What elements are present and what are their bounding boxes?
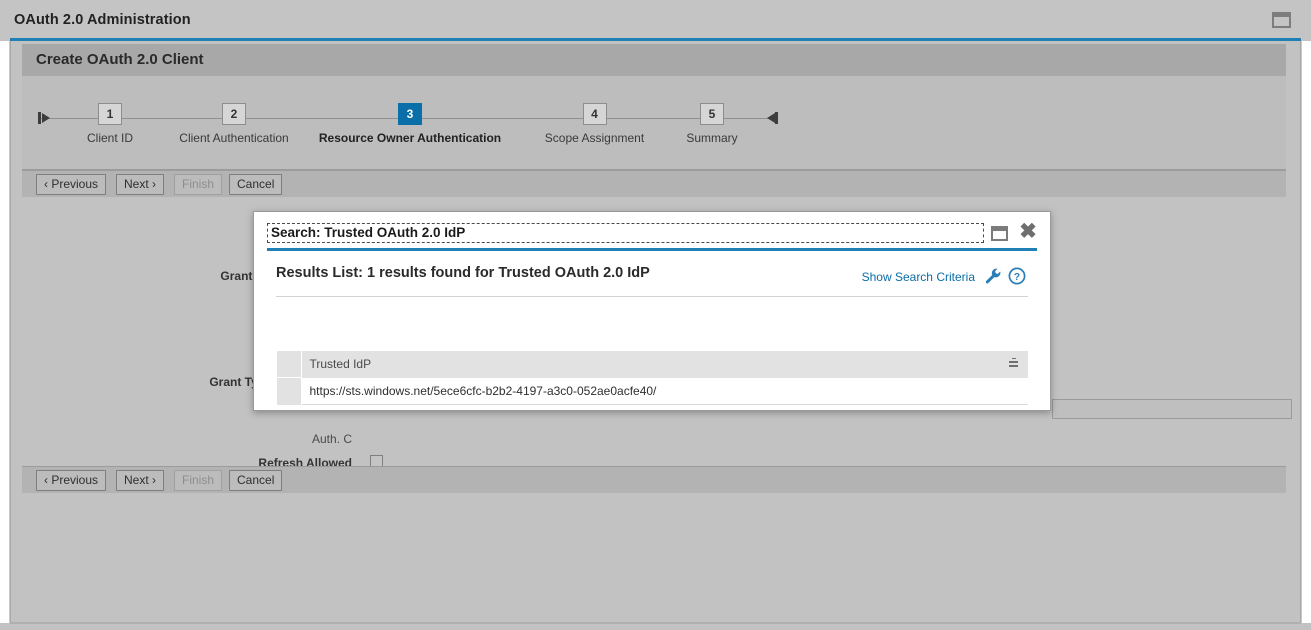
table-header-row: Trusted IdP [277, 351, 1028, 378]
help-icon[interactable]: ? [1008, 267, 1026, 285]
wizard-step-3[interactable]: 3 Resource Owner Authentication [310, 103, 510, 145]
wizard-end-icon [764, 110, 778, 126]
results-table: Trusted IdP https://sts.windows.net/5ece… [277, 351, 1028, 405]
cell-trusted-idp[interactable]: https://sts.windows.net/5ece6cfc-b2b2-41… [301, 377, 1028, 405]
wizard-step-2-label: Client Authentication [179, 131, 289, 145]
wizard-step-5-label: Summary [686, 131, 738, 145]
wizard-step-2[interactable]: 2 Client Authentication [159, 103, 309, 145]
select-all-header[interactable] [277, 351, 302, 378]
search-dialog: Search: Trusted OAuth 2.0 IdP ✖ Results … [253, 211, 1051, 411]
wrench-icon[interactable] [984, 267, 1002, 285]
panel-title-bar: Create OAuth 2.0 Client [22, 44, 1286, 76]
next-button-bottom[interactable]: Next › [116, 470, 165, 491]
restore-window-icon[interactable] [1272, 12, 1291, 28]
wizard-step-5-number: 5 [700, 103, 724, 125]
previous-button-top[interactable]: ‹ Previous [36, 174, 107, 195]
wizard-step-4[interactable]: 4 Scope Assignment [522, 103, 667, 145]
wizard-toolbar-top: ‹ Previous Next › Finish Cancel [22, 170, 1286, 198]
wizard-step-3-label: Resource Owner Authentication [318, 131, 502, 145]
dialog-title: Search: Trusted OAuth 2.0 IdP [271, 225, 466, 240]
wizard-step-4-number: 4 [582, 103, 607, 125]
finish-button-top[interactable]: Finish [174, 174, 223, 195]
left-rail [0, 41, 10, 623]
dialog-titlebar: Search: Trusted OAuth 2.0 IdP ✖ [254, 212, 1050, 250]
svg-text:?: ? [1014, 271, 1020, 283]
maximize-icon[interactable] [991, 226, 1008, 241]
page-title: Create OAuth 2.0 Client [36, 51, 204, 68]
previous-button-bottom[interactable]: ‹ Previous [36, 470, 107, 491]
wizard-step-1-label: Client ID [86, 131, 133, 145]
cancel-button-top[interactable]: Cancel [229, 174, 283, 195]
wizard-step-3-number: 3 [398, 103, 422, 125]
form-row-auth-code: Auth. C [22, 430, 1286, 452]
results-list-title: Results List: 1 results found for Truste… [276, 265, 650, 281]
wizard-toolbar-bottom: ‹ Previous Next › Finish Cancel [22, 466, 1286, 494]
page-footer-area [22, 493, 1286, 619]
app-title: OAuth 2.0 Administration [14, 12, 191, 28]
wizard-step-5[interactable]: 5 Summary [672, 103, 752, 145]
show-search-criteria-link[interactable]: Show Search Criteria [862, 270, 975, 284]
dialog-divider [276, 296, 1028, 297]
row-select-cell[interactable] [277, 377, 302, 405]
app-header: OAuth 2.0 Administration [0, 0, 1311, 40]
wizard-start-icon [38, 110, 53, 126]
wizard-roadmap: 1 Client ID 2 Client Authentication 3 Re… [22, 76, 1286, 170]
table-row[interactable]: https://sts.windows.net/5ece6cfc-b2b2-41… [277, 377, 1028, 405]
wizard-step-1[interactable]: 1 Client ID [79, 103, 141, 145]
wizard-step-1-number: 1 [98, 103, 122, 125]
next-button-top[interactable]: Next › [116, 174, 165, 195]
dialog-body: Results List: 1 results found for Truste… [254, 251, 1050, 410]
sort-descending-icon[interactable] [1009, 358, 1018, 368]
redirect-uri-input[interactable] [1052, 399, 1292, 419]
close-icon[interactable]: ✖ [1018, 221, 1038, 242]
auth-code-label: Auth. C [311, 432, 352, 446]
column-header-trusted-idp[interactable]: Trusted IdP [301, 351, 1028, 378]
column-header-trusted-idp-label: Trusted IdP [309, 357, 372, 371]
cancel-button-bottom[interactable]: Cancel [229, 470, 283, 491]
wizard-step-4-label: Scope Assignment [544, 131, 645, 145]
bottom-rule [10, 622, 1301, 624]
wizard-step-2-number: 2 [222, 103, 246, 125]
oauth-admin-screen: OAuth 2.0 Administration Create OAuth 2.… [0, 0, 1311, 630]
right-rail [1301, 41, 1311, 623]
finish-button-bottom[interactable]: Finish [174, 470, 223, 491]
dialog-title-box: Search: Trusted OAuth 2.0 IdP [267, 223, 984, 243]
